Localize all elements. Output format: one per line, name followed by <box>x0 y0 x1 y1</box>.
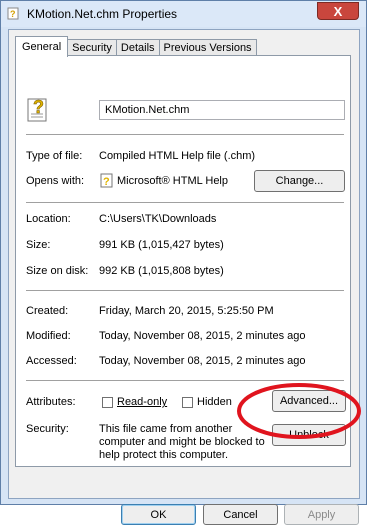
size-label: Size: <box>26 239 51 251</box>
type-label: Type of file: <box>26 150 83 162</box>
tab-previous-versions[interactable]: Previous Versions <box>158 39 257 56</box>
size-value: 991 KB (1,015,427 bytes) <box>99 239 224 251</box>
file-icon: ? <box>7 7 19 20</box>
ok-button[interactable]: OK <box>121 504 196 525</box>
security-line: help protect this computer. <box>99 449 229 461</box>
separator <box>26 380 344 381</box>
svg-text:?: ? <box>10 9 16 19</box>
filename-field[interactable]: KMotion.Net.chm <box>99 100 345 120</box>
type-value: Compiled HTML Help file (.chm) <box>99 150 256 162</box>
created-value: Friday, March 20, 2015, 5:25:50 PM <box>99 305 274 317</box>
properties-window: ? KMotion.Net.chm Properties X General S… <box>0 0 367 525</box>
unblock-button-label: Unblock <box>289 429 329 441</box>
change-button[interactable]: Change... <box>254 170 345 192</box>
separator <box>26 202 344 203</box>
location-value: C:\Users\TK\Downloads <box>99 213 217 225</box>
chm-file-icon: ? <box>27 97 47 122</box>
tab-security[interactable]: Security <box>67 39 117 56</box>
tab-strip: General Security Details Previous Versio… <box>15 36 257 57</box>
opens-with-value: Microsoft® HTML Help <box>117 175 228 187</box>
change-button-label: Change... <box>275 175 324 187</box>
opens-with-label: Opens with: <box>26 175 85 187</box>
tab-details[interactable]: Details <box>115 39 160 56</box>
close-icon: X <box>333 3 343 19</box>
location-label: Location: <box>26 213 71 225</box>
security-message: This file came from another computer and… <box>99 423 265 462</box>
unblock-button[interactable]: Unblock <box>272 424 346 446</box>
security-line: This file came from another <box>99 423 233 435</box>
general-panel: ? KMotion.Net.chm Type of file: Compiled… <box>15 55 351 467</box>
cancel-button[interactable]: Cancel <box>203 504 278 525</box>
svg-text:?: ? <box>33 97 44 117</box>
modified-value: Today, November 08, 2015, 2 minutes ago <box>99 330 306 342</box>
size-on-disk-value: 992 KB (1,015,808 bytes) <box>99 265 224 277</box>
advanced-button-label: Advanced... <box>279 395 339 407</box>
modified-label: Modified: <box>26 330 71 342</box>
advanced-button[interactable]: Advanced... <box>272 390 346 412</box>
accessed-value: Today, November 08, 2015, 2 minutes ago <box>99 355 306 367</box>
ok-button-label: OK <box>150 508 167 521</box>
html-help-icon: ? <box>100 173 113 188</box>
accessed-label: Accessed: <box>26 355 77 367</box>
dialog-client: General Security Details Previous Versio… <box>8 29 360 525</box>
svg-text:?: ? <box>103 176 110 188</box>
tab-general[interactable]: General <box>15 36 69 57</box>
size-on-disk-label: Size on disk: <box>26 265 89 277</box>
attributes-label: Attributes: <box>26 396 76 408</box>
window-title: KMotion.Net.chm Properties <box>27 7 178 21</box>
separator <box>26 134 344 135</box>
apply-button-label: Apply <box>307 508 336 521</box>
separator <box>26 290 344 291</box>
hidden-checkbox[interactable] <box>182 397 193 408</box>
hidden-label[interactable]: Hidden <box>197 396 232 408</box>
readonly-checkbox[interactable] <box>102 397 113 408</box>
created-label: Created: <box>26 305 69 317</box>
title-bar[interactable]: ? KMotion.Net.chm Properties X <box>1 1 366 27</box>
security-label: Security: <box>26 423 69 435</box>
readonly-label[interactable]: Read-only <box>117 396 167 408</box>
apply-button[interactable]: Apply <box>284 504 359 525</box>
filename-value: KMotion.Net.chm <box>105 104 190 116</box>
close-button[interactable]: X <box>317 2 359 20</box>
security-line: computer and might be blocked to <box>99 436 265 448</box>
cancel-button-label: Cancel <box>223 508 258 521</box>
